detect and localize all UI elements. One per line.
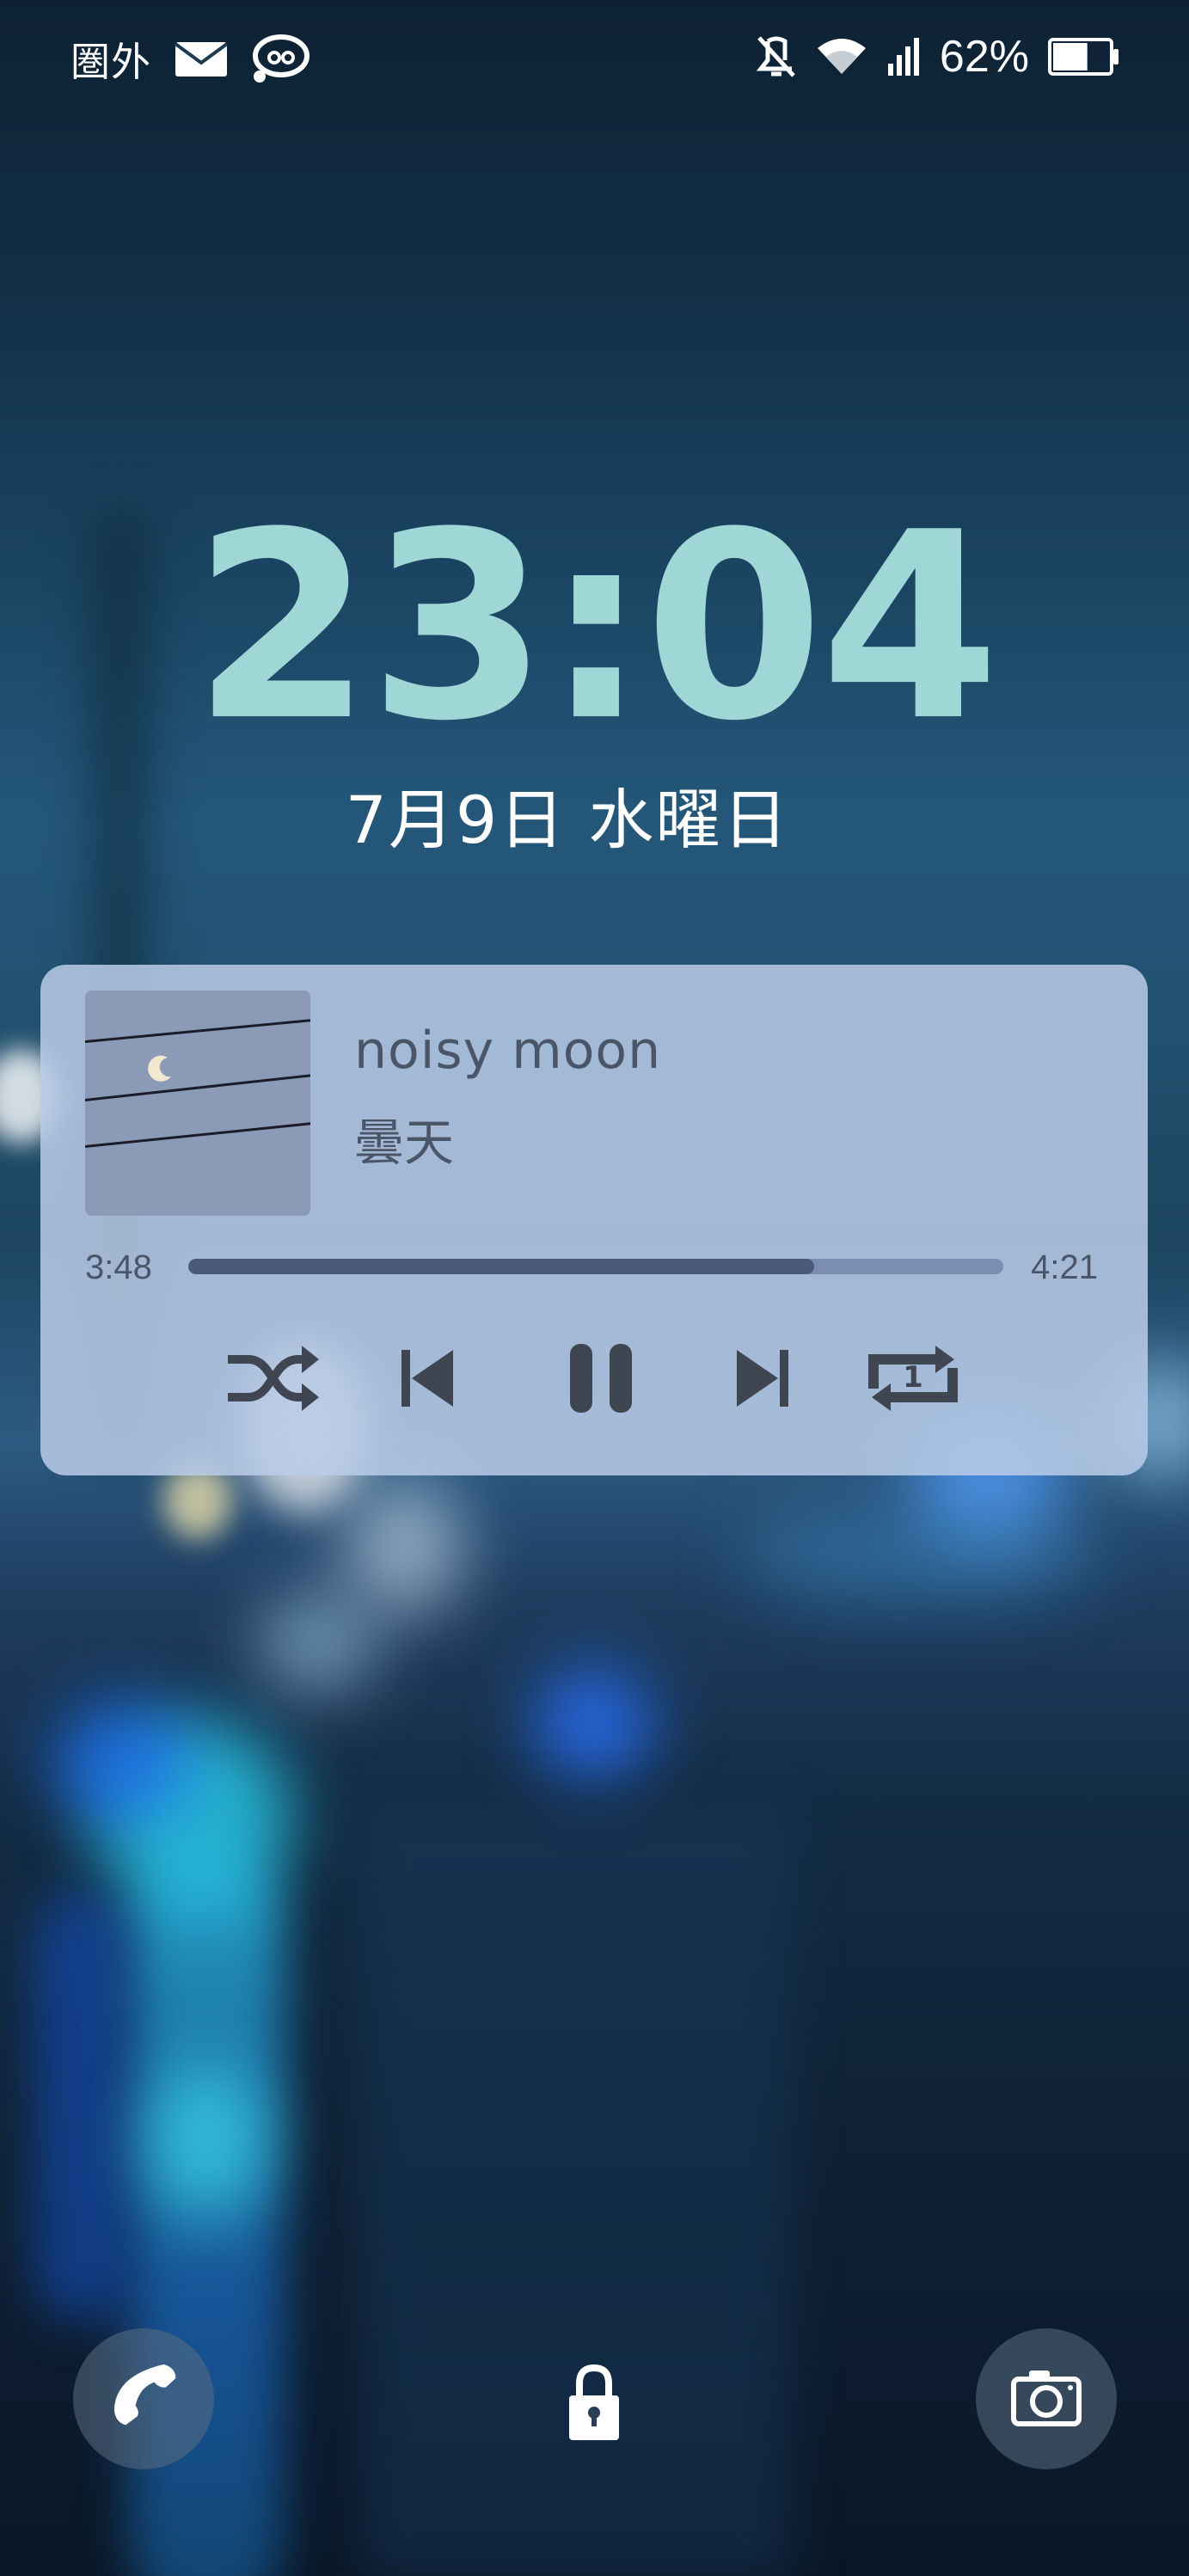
battery-icon (1048, 38, 1120, 76)
carrier-status: 圏外 (70, 39, 151, 85)
progress-bar[interactable] (188, 1259, 1003, 1274)
vibrate-mute-icon (756, 34, 797, 79)
pause-icon (568, 1342, 634, 1418)
lockscreen-date: 7月9日 水曜日 (345, 782, 790, 858)
previous-track-button[interactable] (393, 1341, 462, 1419)
elapsed-time: 3:48 (85, 1248, 152, 1286)
album-art[interactable] (85, 991, 310, 1216)
next-track-button[interactable] (728, 1341, 797, 1419)
mail-icon (174, 39, 229, 80)
pause-button[interactable] (558, 1341, 644, 1419)
track-artist: 曇天 (354, 1113, 455, 1172)
svg-text:1: 1 (903, 1360, 923, 1395)
total-duration: 4:21 (1031, 1248, 1098, 1286)
shuffle-button[interactable] (221, 1341, 324, 1419)
progress-bar-fill (188, 1259, 815, 1274)
wifi-icon (816, 36, 867, 77)
lockscreen-clock: 23:04 (193, 477, 1000, 777)
phone-icon (109, 2358, 178, 2439)
music-player-widget[interactable]: noisy moon 曇天 3:48 4:21 1 (40, 965, 1148, 1475)
camera-shortcut[interactable] (976, 2328, 1117, 2469)
shuffle-icon (224, 1344, 321, 1416)
battery-percentage: 62% (939, 32, 1029, 82)
lock-icon (567, 2363, 621, 2445)
phone-shortcut[interactable] (73, 2328, 214, 2469)
repeat-one-button[interactable]: 1 (857, 1341, 969, 1419)
track-title: noisy moon (354, 1021, 662, 1081)
status-bar: 圏外 62% (0, 26, 1189, 95)
previous-icon (400, 1348, 455, 1412)
repeat-one-icon: 1 (861, 1342, 965, 1418)
status-bar-right: 62% (756, 31, 1120, 83)
camera-icon (1010, 2367, 1082, 2431)
status-bar-left: 圏外 (70, 31, 311, 88)
signal-icon (886, 36, 921, 77)
line-app-icon (251, 34, 311, 85)
next-icon (735, 1348, 790, 1412)
